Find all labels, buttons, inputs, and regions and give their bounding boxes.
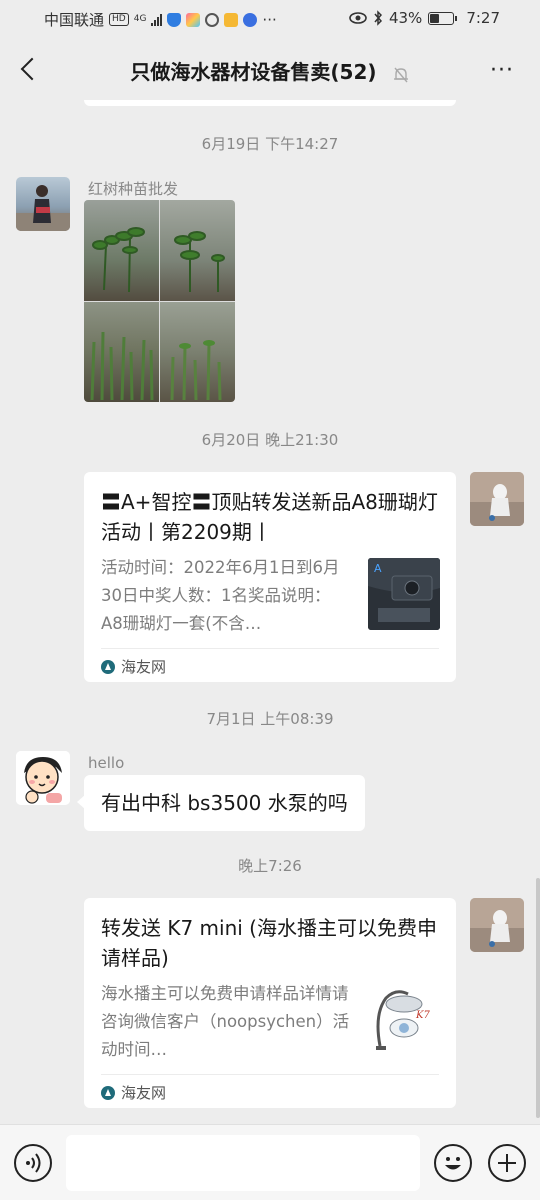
card-separator bbox=[101, 1074, 439, 1075]
hd-badge: HD bbox=[109, 13, 129, 26]
clock: 7:27 bbox=[466, 9, 500, 27]
more-icon[interactable]: ··· bbox=[490, 58, 514, 83]
card-title: 转发送 K7 mini (海水播主可以免费申请样品) bbox=[101, 916, 437, 970]
battery-percent: 43% bbox=[388, 9, 423, 27]
battery-icon bbox=[428, 11, 458, 25]
my-avatar[interactable] bbox=[470, 472, 524, 526]
overflow-dots: ··· bbox=[262, 10, 277, 29]
k7-mini-lamp-thumbnail: K7 bbox=[368, 984, 440, 1056]
a8-coral-lamp-thumbnail: A bbox=[368, 558, 440, 630]
status-right: 43% 7:27 bbox=[349, 9, 500, 27]
link-card[interactable]: 转发送 K7 mini (海水播主可以免费申请样品) 海水播主可以免费申请样品详… bbox=[84, 898, 456, 1108]
voice-icon[interactable] bbox=[14, 1144, 52, 1182]
battery-fill bbox=[430, 13, 440, 23]
sender-name: 红树种苗批发 bbox=[88, 180, 179, 198]
mangrove-seedlings-photo-1[interactable] bbox=[84, 200, 159, 301]
note-icon bbox=[224, 12, 239, 27]
music-icon bbox=[243, 12, 258, 27]
figurine-photo-icon bbox=[470, 472, 524, 526]
mute-bell-icon bbox=[393, 67, 408, 82]
mangrove-seedlings-photo-3[interactable] bbox=[84, 301, 159, 402]
image-grid[interactable] bbox=[84, 200, 235, 402]
source-logo-icon bbox=[101, 1085, 115, 1100]
app-icon bbox=[186, 12, 201, 27]
previous-message-tail bbox=[84, 100, 456, 106]
scrollbar[interactable] bbox=[536, 878, 540, 1118]
card-source-name: 海友网 bbox=[121, 1084, 167, 1102]
svg-text:A: A bbox=[374, 562, 382, 575]
signal-type-label: 4G bbox=[133, 14, 147, 24]
cartoon-avatar-icon bbox=[16, 751, 70, 805]
card-title: 〓A+智控〓顶贴转发送新品A8珊瑚灯活动丨第2209期丨 bbox=[101, 490, 438, 544]
card-source: 海友网 bbox=[101, 656, 166, 677]
shield-icon bbox=[167, 12, 182, 27]
chat-title[interactable]: 只做海水器材设备售卖(52) bbox=[130, 60, 376, 84]
timestamp: 7月1日 上午08:39 bbox=[206, 710, 334, 728]
chat-header: 只做海水器材设备售卖(52) ··· bbox=[0, 36, 540, 100]
card-description: 海水播主可以免费申请样品详情请咨询微信客户（noopsychen）活动时间… bbox=[101, 984, 350, 1059]
my-avatar[interactable] bbox=[470, 898, 524, 952]
card-description: 活动时间：2022年6月1日到6月30日中奖人数：1名奖品说明：A8珊瑚灯一套(… bbox=[101, 558, 340, 633]
figurine-photo-icon bbox=[470, 898, 524, 952]
plus-icon[interactable] bbox=[488, 1144, 526, 1182]
sender-name: hello bbox=[88, 754, 125, 772]
mangrove-seedlings-photo-4[interactable] bbox=[160, 301, 235, 402]
sender-avatar[interactable] bbox=[16, 751, 70, 805]
eye-icon bbox=[349, 12, 367, 24]
card-source: 海友网 bbox=[101, 1082, 166, 1103]
circle-icon bbox=[205, 12, 220, 27]
svg-text:K7: K7 bbox=[415, 1010, 430, 1021]
status-bar: 中国联通 HD 4G ··· 43% 7:27 bbox=[0, 0, 540, 36]
message-input[interactable] bbox=[66, 1135, 420, 1191]
signal-bars-icon bbox=[151, 13, 163, 26]
timestamp: 6月20日 晚上21:30 bbox=[201, 431, 339, 449]
card-separator bbox=[101, 648, 439, 649]
emoji-icon[interactable] bbox=[434, 1144, 472, 1182]
carrier-label: 中国联通 bbox=[44, 11, 105, 29]
mangrove-seedlings-photo-2[interactable] bbox=[160, 200, 235, 301]
link-card[interactable]: 〓A+智控〓顶贴转发送新品A8珊瑚灯活动丨第2209期丨 活动时间：2022年6… bbox=[84, 472, 456, 682]
title-wrap: 只做海水器材设备售卖(52) bbox=[0, 56, 540, 85]
timestamp: 6月19日 下午14:27 bbox=[201, 135, 339, 153]
status-left: 中国联通 HD 4G ··· bbox=[44, 9, 277, 30]
timestamp: 晚上7:26 bbox=[238, 857, 302, 875]
person-photo-icon bbox=[16, 185, 70, 231]
input-bar bbox=[0, 1124, 540, 1200]
card-source-name: 海友网 bbox=[121, 658, 167, 676]
bluetooth-icon bbox=[374, 10, 382, 26]
chat-area[interactable]: 6月19日 下午14:27 红树种苗批发 6月20日 晚上21:30 〓A+智控… bbox=[0, 100, 540, 1124]
message-bubble[interactable]: 有出中科 bs3500 水泵的吗 bbox=[77, 775, 365, 831]
sender-avatar[interactable] bbox=[16, 177, 70, 231]
source-logo-icon bbox=[101, 659, 115, 674]
